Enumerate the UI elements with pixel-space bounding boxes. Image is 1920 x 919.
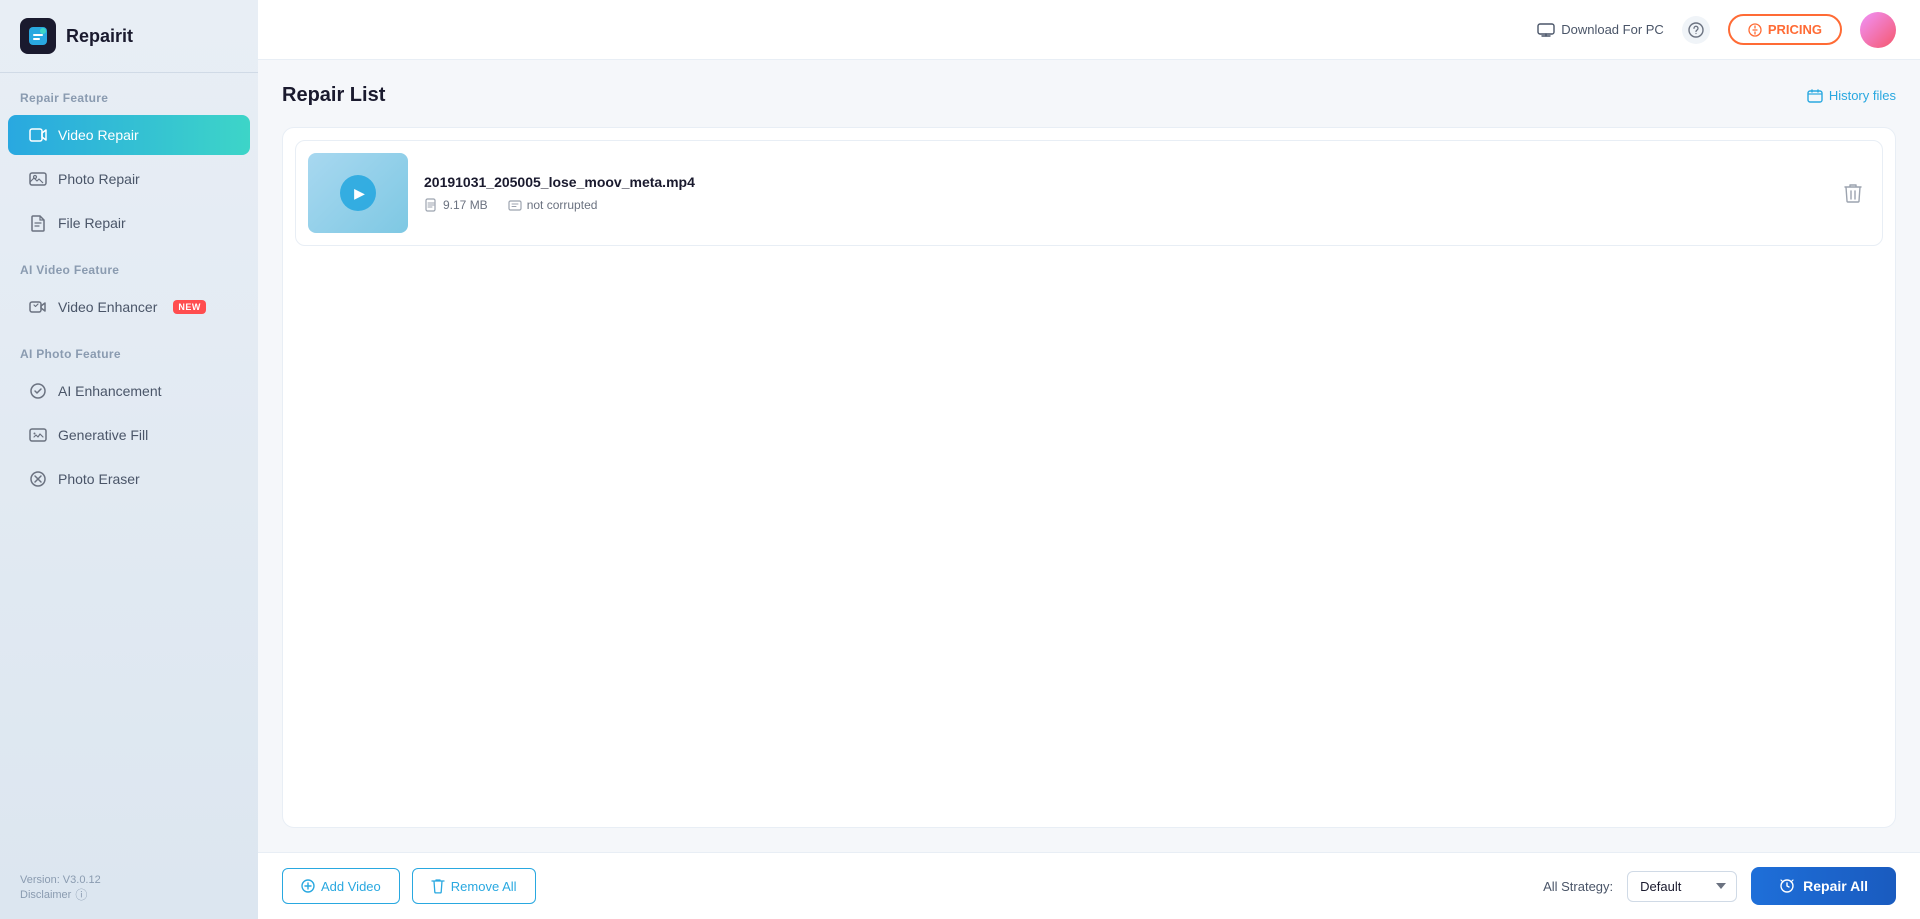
- app-header: Download For PC PRICING: [258, 0, 1920, 60]
- download-for-pc-button[interactable]: Download For PC: [1537, 22, 1664, 37]
- pricing-button[interactable]: PRICING: [1728, 14, 1842, 45]
- content-header: Repair List History files: [282, 84, 1896, 107]
- delete-file-button[interactable]: [1836, 175, 1870, 211]
- app-logo-icon: [20, 18, 56, 54]
- sidebar-item-video-enhancer[interactable]: Video Enhancer NEW: [8, 287, 250, 327]
- ai-video-section-label: AI Video Feature: [0, 245, 258, 285]
- sidebar-item-photo-eraser[interactable]: Photo Eraser: [8, 459, 250, 499]
- footer-right: All Strategy: Default Repair All: [1543, 867, 1896, 905]
- sidebar-item-file-repair[interactable]: File Repair: [8, 203, 250, 243]
- repair-feature-section-label: Repair Feature: [0, 73, 258, 113]
- generative-fill-icon: [28, 425, 48, 445]
- file-info: 20191031_205005_lose_moov_meta.mp4 9.17 …: [424, 174, 1820, 212]
- sidebar: Repairit Repair Feature Video Repair Pho…: [0, 0, 258, 919]
- user-avatar[interactable]: [1860, 12, 1896, 48]
- repair-all-button[interactable]: Repair All: [1751, 867, 1896, 905]
- pricing-label: PRICING: [1768, 22, 1822, 37]
- file-list-area: ▶ 20191031_205005_lose_moov_meta.mp4 9.1…: [282, 127, 1896, 828]
- repair-all-label: Repair All: [1803, 878, 1868, 894]
- logo-area: Repairit: [0, 0, 258, 73]
- sidebar-item-photo-repair-label: Photo Repair: [58, 171, 140, 187]
- file-status-item: not corrupted: [508, 198, 598, 212]
- disclaimer-info-icon: ⓘ: [75, 886, 87, 903]
- sidebar-item-file-repair-label: File Repair: [58, 215, 126, 231]
- sidebar-item-generative-fill[interactable]: Generative Fill: [8, 415, 250, 455]
- main-content: Repair List History files ▶ 20191031_205…: [258, 60, 1920, 852]
- app-name: Repairit: [66, 26, 133, 47]
- video-repair-icon: [28, 125, 48, 145]
- file-name: 20191031_205005_lose_moov_meta.mp4: [424, 174, 1820, 190]
- sidebar-item-ai-enhancement[interactable]: AI Enhancement: [8, 371, 250, 411]
- history-files-label: History files: [1829, 88, 1896, 103]
- add-video-label: Add Video: [321, 879, 381, 894]
- file-repair-icon: [28, 213, 48, 233]
- footer: Add Video Remove All All Strategy: Defau…: [258, 852, 1920, 919]
- sidebar-bottom: Version: V3.0.12 Disclaimer ⓘ: [0, 858, 258, 919]
- disclaimer-row[interactable]: Disclaimer ⓘ: [20, 886, 238, 903]
- download-label: Download For PC: [1561, 22, 1664, 37]
- sidebar-item-photo-eraser-label: Photo Eraser: [58, 471, 140, 487]
- table-row: ▶ 20191031_205005_lose_moov_meta.mp4 9.1…: [295, 140, 1883, 246]
- file-meta: 9.17 MB not corrupted: [424, 198, 1820, 212]
- photo-repair-icon: [28, 169, 48, 189]
- footer-left: Add Video Remove All: [282, 868, 536, 904]
- sidebar-item-photo-repair[interactable]: Photo Repair: [8, 159, 250, 199]
- file-size: 9.17 MB: [443, 198, 488, 212]
- sidebar-item-video-repair[interactable]: Video Repair: [8, 115, 250, 155]
- file-status: not corrupted: [527, 198, 598, 212]
- help-button[interactable]: [1682, 16, 1710, 44]
- add-video-button[interactable]: Add Video: [282, 868, 400, 904]
- play-icon: ▶: [340, 175, 376, 211]
- sidebar-item-video-repair-label: Video Repair: [58, 127, 139, 143]
- new-badge: NEW: [173, 300, 206, 314]
- sidebar-item-ai-enhancement-label: AI Enhancement: [58, 383, 162, 399]
- history-files-button[interactable]: History files: [1807, 88, 1896, 103]
- remove-all-button[interactable]: Remove All: [412, 868, 536, 904]
- disclaimer-label: Disclaimer: [20, 889, 71, 901]
- strategy-label: All Strategy:: [1543, 879, 1613, 894]
- repair-list-title: Repair List: [282, 84, 385, 107]
- ai-photo-section-label: AI Photo Feature: [0, 329, 258, 369]
- sidebar-item-generative-fill-label: Generative Fill: [58, 427, 148, 443]
- main-area: Download For PC PRICING Repair List: [258, 0, 1920, 919]
- remove-all-label: Remove All: [451, 879, 517, 894]
- ai-enhancement-icon: [28, 381, 48, 401]
- file-size-item: 9.17 MB: [424, 198, 488, 212]
- sidebar-item-video-enhancer-label: Video Enhancer: [58, 299, 157, 315]
- version-text: Version: V3.0.12: [20, 874, 238, 886]
- file-thumbnail: ▶: [308, 153, 408, 233]
- photo-eraser-icon: [28, 469, 48, 489]
- video-enhancer-icon: [28, 297, 48, 317]
- strategy-select[interactable]: Default: [1627, 871, 1737, 902]
